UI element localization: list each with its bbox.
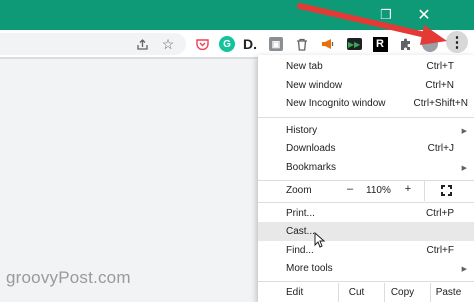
- menu-item-new-window[interactable]: New window Ctrl+N: [258, 76, 474, 95]
- submenu-arrow-icon: ▶: [461, 164, 467, 172]
- menu-item-new-incognito[interactable]: New Incognito window Ctrl+Shift+N: [258, 94, 474, 113]
- submenu-arrow-icon: ▶: [461, 127, 467, 135]
- maximize-button[interactable]: ❐: [368, 0, 404, 30]
- menu-item-downloads[interactable]: Downloads Ctrl+J: [258, 139, 474, 158]
- menu-item-cast[interactable]: Cast...: [258, 222, 474, 241]
- menu-item-history[interactable]: History ▶: [258, 121, 474, 140]
- watermark: groovyPost.com: [6, 268, 131, 287]
- mouse-cursor-icon: [314, 232, 326, 248]
- more-menu-icon[interactable]: ⋮: [446, 31, 468, 53]
- copy-button[interactable]: Copy: [384, 283, 420, 302]
- menu-item-new-tab[interactable]: New tab Ctrl+T: [258, 57, 474, 76]
- grammarly-icon[interactable]: G: [217, 34, 237, 54]
- submenu-arrow-icon: ▶: [461, 265, 467, 273]
- minimize-button[interactable]: —: [330, 0, 366, 30]
- chrome-main-menu: New tab Ctrl+T New window Ctrl+N New Inc…: [258, 55, 474, 302]
- paste-button[interactable]: Paste: [430, 283, 466, 302]
- menu-separator: [258, 281, 474, 282]
- pocket-icon[interactable]: [192, 34, 212, 54]
- edit-row: Edit Cut Copy Paste: [258, 283, 474, 302]
- box-extension-icon[interactable]: ▣: [266, 34, 286, 54]
- menu-item-more-tools[interactable]: More tools ▶: [258, 259, 474, 278]
- megaphone-icon[interactable]: [318, 34, 338, 54]
- zoom-row: Zoom – 110% +: [258, 181, 474, 201]
- r-extension-icon[interactable]: R: [370, 34, 390, 54]
- extensions-puzzle-icon[interactable]: [396, 34, 416, 54]
- d-extension-icon[interactable]: D.: [240, 34, 260, 54]
- zoom-in-button[interactable]: +: [402, 183, 414, 199]
- fullscreen-icon[interactable]: [441, 185, 452, 196]
- menu-item-bookmarks[interactable]: Bookmarks ▶: [258, 158, 474, 177]
- share-icon[interactable]: [132, 34, 152, 54]
- zoom-out-button[interactable]: –: [344, 183, 356, 199]
- zoom-label: Zoom: [286, 185, 312, 196]
- zoom-level: 110%: [366, 185, 391, 196]
- window-title-bar: — ❐ ✕: [0, 0, 474, 30]
- browser-toolbar: ☆ G D. ▣ ▶▶ R: [0, 30, 474, 58]
- cut-button[interactable]: Cut: [338, 283, 374, 302]
- media-icon[interactable]: ▶▶: [344, 34, 364, 54]
- menu-item-print[interactable]: Print... Ctrl+P: [258, 204, 474, 223]
- profile-icon[interactable]: [420, 34, 440, 54]
- zoom-divider: [424, 181, 425, 201]
- edit-label: Edit: [286, 287, 304, 298]
- menu-item-find[interactable]: Find... Ctrl+F: [258, 241, 474, 260]
- close-button[interactable]: ✕: [406, 0, 442, 30]
- trash-icon[interactable]: [292, 34, 312, 54]
- menu-separator: [258, 202, 474, 203]
- bookmark-star-icon[interactable]: ☆: [158, 34, 178, 54]
- menu-separator: [258, 117, 474, 118]
- grammarly-letter: G: [219, 36, 235, 52]
